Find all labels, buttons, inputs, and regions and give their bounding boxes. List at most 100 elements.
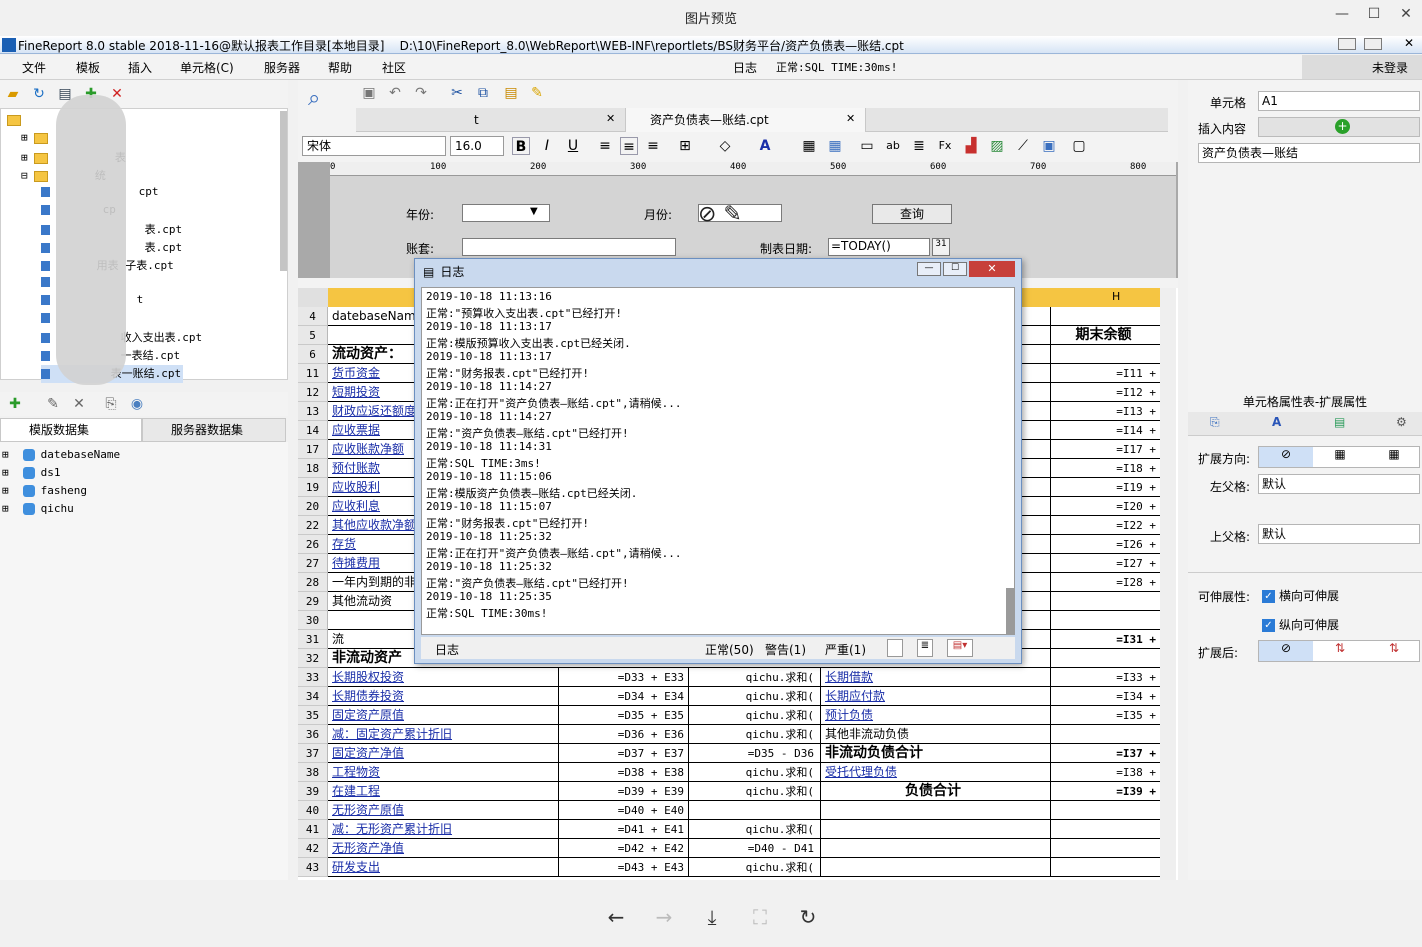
redo-icon[interactable]: ↷ bbox=[412, 84, 430, 102]
cell-a[interactable]: 固定资产原值 bbox=[332, 706, 554, 725]
cell-e[interactable]: =D35 - D36 bbox=[688, 744, 818, 763]
save-icon[interactable]: ▣ bbox=[360, 84, 378, 102]
tree-scrollbar[interactable] bbox=[280, 111, 287, 271]
cell-h[interactable] bbox=[1050, 611, 1160, 630]
sort-desc-icon[interactable]: ⇅ bbox=[1367, 641, 1421, 661]
rotate-icon[interactable]: ↻ bbox=[796, 905, 820, 929]
row-header[interactable]: 28 bbox=[298, 573, 328, 592]
row-header[interactable]: 27 bbox=[298, 554, 328, 573]
style-tab-icon[interactable]: ⎘ bbox=[1210, 415, 1220, 430]
formula-icon[interactable]: Fx bbox=[936, 137, 954, 155]
bold-icon[interactable]: B bbox=[512, 137, 530, 155]
cell-g[interactable]: 其他非流动负债 bbox=[820, 725, 1048, 744]
no-sort-icon[interactable]: ⊘ bbox=[1259, 641, 1313, 661]
cell-g[interactable]: 长期借款 bbox=[820, 668, 1048, 687]
table-icon[interactable]: ▦ bbox=[826, 137, 844, 155]
row-header[interactable]: 14 bbox=[298, 421, 328, 440]
minimize-button[interactable]: — bbox=[1332, 4, 1352, 24]
tree-root[interactable] bbox=[7, 113, 21, 131]
underline-icon[interactable]: U bbox=[564, 137, 582, 155]
app-minimize-icon[interactable] bbox=[1338, 38, 1356, 50]
cell-a[interactable]: 固定资产净值 bbox=[332, 744, 554, 763]
cell-g[interactable]: 负债合计 bbox=[820, 782, 1048, 801]
tab-server-datasets[interactable]: 服务器数据集 bbox=[142, 418, 286, 442]
vertical-expand-icon[interactable]: ▦ bbox=[1313, 447, 1367, 467]
cell-h[interactable]: =I12 + bbox=[1050, 383, 1160, 402]
cell-d[interactable]: =D36 + E36 bbox=[558, 725, 688, 744]
cell-a[interactable]: 工程物资 bbox=[332, 763, 554, 782]
cell-g[interactable] bbox=[820, 801, 1048, 820]
row-header[interactable]: 12 bbox=[298, 383, 328, 402]
font-tab-icon[interactable]: A bbox=[1272, 415, 1281, 429]
cell-e[interactable] bbox=[688, 801, 818, 820]
menu-help[interactable]: 帮助 bbox=[328, 59, 352, 76]
row-header[interactable]: 32 bbox=[298, 649, 328, 668]
row-header[interactable]: 29 bbox=[298, 592, 328, 611]
clear-log-icon[interactable] bbox=[887, 639, 903, 657]
row-header[interactable]: 5 bbox=[298, 326, 328, 345]
cell-h[interactable]: =I20 + bbox=[1050, 497, 1160, 516]
cell-tab-icon[interactable]: ▤ bbox=[1334, 415, 1345, 429]
cell-h[interactable] bbox=[1050, 345, 1160, 364]
menu-insert[interactable]: 插入 bbox=[128, 59, 152, 76]
row-header[interactable]: 18 bbox=[298, 459, 328, 478]
cell-h[interactable]: 期末余额 bbox=[1050, 326, 1160, 345]
undo-icon[interactable]: ↶ bbox=[386, 84, 404, 102]
left-parent-select[interactable]: 默认 bbox=[1258, 474, 1420, 494]
cell-e[interactable]: qichu.求和( bbox=[688, 858, 818, 877]
search-preview-icon[interactable]: ⌕ bbox=[308, 86, 340, 118]
row-header[interactable]: 36 bbox=[298, 725, 328, 744]
sort-asc-icon[interactable]: ⇅ bbox=[1313, 641, 1367, 661]
copy-log-icon[interactable]: ≣ bbox=[917, 639, 933, 657]
italic-icon[interactable]: I bbox=[538, 137, 556, 155]
row-header[interactable]: 38 bbox=[298, 763, 328, 782]
cell-e[interactable]: qichu.求和( bbox=[688, 706, 818, 725]
horizontal-expand-icon[interactable]: ▦ bbox=[1367, 447, 1421, 467]
cell-a[interactable]: 长期股权投资 bbox=[332, 668, 554, 687]
log-link[interactable]: 日志 bbox=[733, 59, 757, 76]
log-maximize-button[interactable]: ☐ bbox=[943, 262, 967, 276]
cell-h[interactable]: =I35 + bbox=[1050, 706, 1160, 725]
row-header[interactable]: 43 bbox=[298, 858, 328, 877]
row-header[interactable]: 33 bbox=[298, 668, 328, 687]
cell-g[interactable]: 非流动负债合计 bbox=[820, 744, 1048, 763]
fit-icon[interactable]: ⛶ bbox=[748, 905, 772, 929]
paste-icon[interactable]: ▤ bbox=[502, 84, 520, 102]
font-name-select[interactable]: 宋体 bbox=[302, 136, 446, 156]
row-header[interactable]: 19 bbox=[298, 478, 328, 497]
cell-a[interactable]: 在建工程 bbox=[332, 782, 554, 801]
log-warning-count[interactable]: 警告(1) bbox=[765, 641, 806, 658]
row-header[interactable]: 34 bbox=[298, 687, 328, 706]
tab-template-datasets[interactable]: 模版数据集 bbox=[0, 418, 142, 442]
cell-d[interactable]: =D40 + E40 bbox=[558, 801, 688, 820]
calendar-icon[interactable]: 31 bbox=[932, 238, 950, 256]
log-level-icon[interactable]: ▤▾ bbox=[947, 639, 973, 657]
row-header[interactable]: 26 bbox=[298, 535, 328, 554]
cell-d[interactable]: =D43 + E43 bbox=[558, 858, 688, 877]
row-header[interactable]: 31 bbox=[298, 630, 328, 649]
cell-d[interactable]: =D33 + E33 bbox=[558, 668, 688, 687]
log-scrollbar[interactable] bbox=[1006, 588, 1014, 634]
app-close-icon[interactable]: ✕ bbox=[1398, 36, 1420, 52]
h-stretch-checkbox[interactable]: ✓ 横向可伸展 bbox=[1262, 587, 1339, 604]
cell-h[interactable]: =I13 + bbox=[1050, 402, 1160, 421]
menu-file[interactable]: 文件 bbox=[22, 59, 46, 76]
settings-gear-icon[interactable]: ⚙ bbox=[1396, 415, 1407, 429]
cell-e[interactable]: qichu.求和( bbox=[688, 782, 818, 801]
row-header[interactable]: 13 bbox=[298, 402, 328, 421]
cell-g[interactable]: 受托代理负债 bbox=[820, 763, 1048, 782]
add-dataset-icon[interactable]: ✚ bbox=[6, 395, 24, 413]
font-size-select[interactable]: 16.0 bbox=[450, 136, 504, 156]
cell-h[interactable]: =I18 + bbox=[1050, 459, 1160, 478]
next-arrow-icon[interactable]: → bbox=[652, 905, 676, 929]
row-header[interactable]: 40 bbox=[298, 801, 328, 820]
cell-h[interactable]: =I11 + bbox=[1050, 364, 1160, 383]
cell-g[interactable] bbox=[820, 820, 1048, 839]
cell-d[interactable]: =D34 + E34 bbox=[558, 687, 688, 706]
remove-icon[interactable]: ✕ bbox=[70, 395, 88, 413]
cell-e[interactable]: =D40 - D41 bbox=[688, 839, 818, 858]
cell-h[interactable]: =I14 + bbox=[1050, 421, 1160, 440]
cell-h[interactable] bbox=[1050, 858, 1160, 877]
copy-icon[interactable]: ⧉ bbox=[474, 84, 492, 102]
cell-g[interactable]: 预计负债 bbox=[820, 706, 1048, 725]
